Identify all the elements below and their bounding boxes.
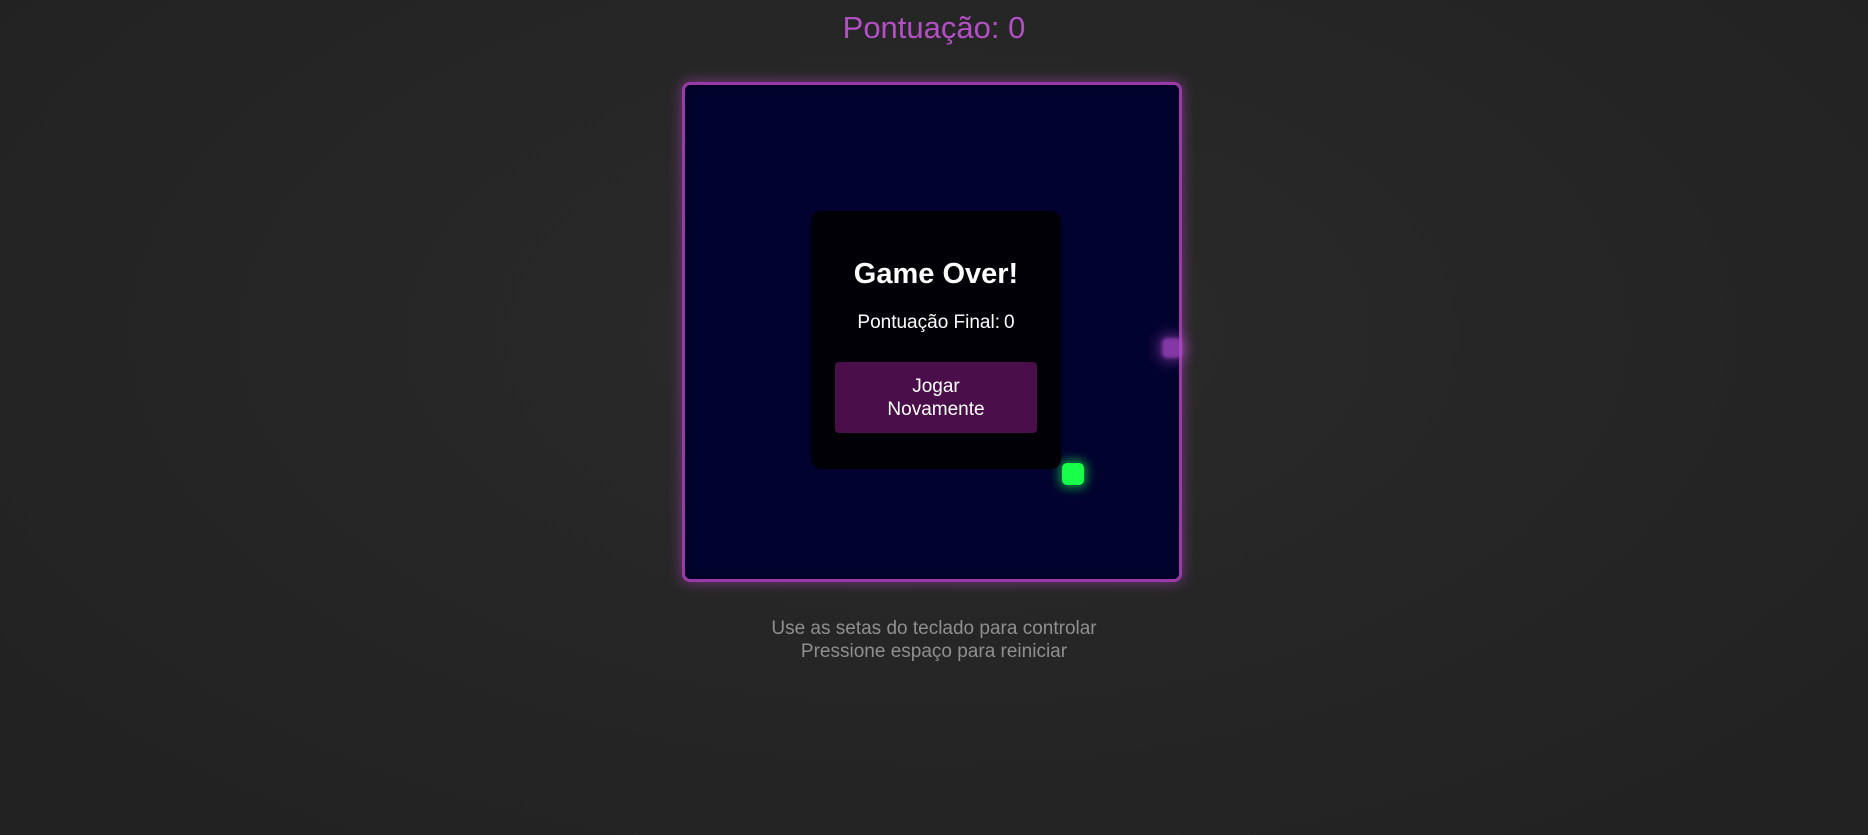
instructions-restart: Pressione espaço para reiniciar bbox=[800, 641, 1068, 662]
final-score-label: Pontuação Final: bbox=[857, 312, 1000, 333]
instructions-controls: Use as setas do teclado para controlar bbox=[771, 618, 1097, 639]
game-board[interactable]: Game Over! Pontuação Final: 0 Jogar Novam… bbox=[682, 82, 1182, 582]
food-pellet bbox=[1162, 338, 1182, 358]
game-over-title: Game Over! bbox=[853, 258, 1019, 290]
instructions: Use as setas do teclado para controlar P… bbox=[0, 617, 1868, 663]
snake-head bbox=[1062, 463, 1084, 485]
game-over-dialog: Game Over! Pontuação Final: 0 Jogar Novam… bbox=[811, 211, 1061, 469]
final-score: Pontuação Final: 0 bbox=[811, 311, 1061, 335]
play-again-button[interactable]: Jogar Novamente bbox=[835, 362, 1037, 433]
score-display: Pontuação: 0 bbox=[842, 10, 1026, 45]
final-score-value: 0 bbox=[1004, 312, 1015, 333]
